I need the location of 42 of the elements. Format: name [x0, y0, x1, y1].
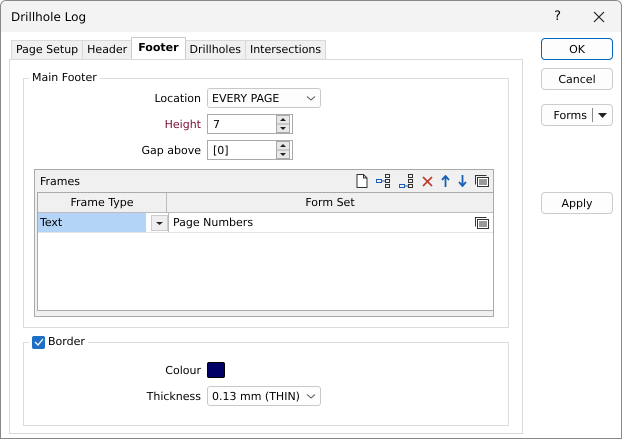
- chevron-down-icon: [306, 95, 316, 101]
- dropdown-arrow-icon[interactable]: [598, 112, 607, 118]
- tab[interactable]: Footer: [131, 37, 186, 59]
- field-label: Gap above: [140, 144, 202, 156]
- spin-field[interactable]: [0]: [207, 140, 293, 160]
- button[interactable]: Cancel: [541, 68, 613, 90]
- dropdown[interactable]: EVERY PAGE: [207, 88, 321, 108]
- window-title: Drillhole Log: [11, 10, 88, 24]
- tab[interactable]: Page Setup: [11, 40, 84, 59]
- field-label: Colour: [164, 364, 202, 376]
- move-up-icon[interactable]: [441, 175, 450, 187]
- tab[interactable]: Drillholes: [184, 40, 246, 59]
- chevron-down-icon: [306, 393, 316, 399]
- button[interactable]: Apply: [541, 192, 613, 214]
- field-label: Thickness: [146, 390, 202, 402]
- button[interactable]: OK: [541, 38, 613, 60]
- panel-title: Frames: [39, 174, 82, 188]
- checkbox-label: Border: [48, 334, 85, 350]
- list-icon[interactable]: [475, 175, 489, 187]
- insert-column-icon[interactable]: [376, 174, 391, 188]
- close-icon[interactable]: [593, 10, 605, 22]
- dropdown[interactable]: 0.13 mm (THIN): [207, 386, 321, 406]
- table-cell[interactable]: Page Numbers: [169, 213, 493, 232]
- spin-buttons-icon[interactable]: [276, 115, 290, 133]
- checkbox[interactable]: [32, 336, 45, 348]
- tab[interactable]: Header: [82, 40, 132, 59]
- split-button[interactable]: Forms: [541, 104, 613, 126]
- move-down-icon[interactable]: [458, 175, 467, 187]
- spin-field[interactable]: 7: [207, 114, 293, 134]
- delete-icon[interactable]: [422, 176, 433, 186]
- field-label: Height: [164, 118, 202, 130]
- tab[interactable]: Intersections: [244, 40, 326, 59]
- new-page-icon[interactable]: [356, 174, 368, 188]
- append-column-icon[interactable]: [399, 174, 414, 188]
- colour-swatch[interactable]: [207, 362, 225, 378]
- list-icon[interactable]: [475, 216, 489, 228]
- field-label: Location: [153, 92, 202, 104]
- spin-buttons-icon[interactable]: [276, 141, 290, 159]
- help-button[interactable]: ?: [554, 9, 561, 24]
- column-header[interactable]: Form Set: [167, 193, 493, 212]
- column-header[interactable]: Frame Type: [38, 193, 167, 212]
- table-cell[interactable]: Text: [38, 213, 169, 232]
